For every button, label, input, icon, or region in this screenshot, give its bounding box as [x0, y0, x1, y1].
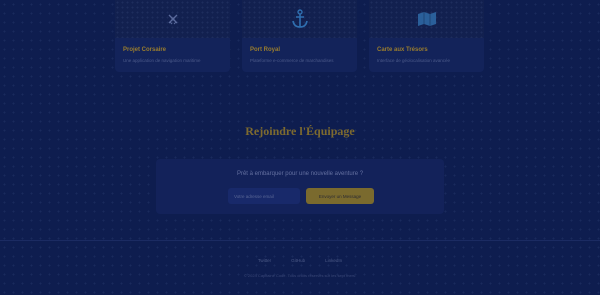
email-input[interactable] [228, 188, 300, 204]
project-card-carte-tresors[interactable]: Carte aux Trésors Interface de géolocali… [369, 0, 484, 72]
join-subtitle: Prêt à embarquer pour une nouvelle avent… [236, 171, 364, 177]
card-description: Interface de géolocalisation avancée [377, 58, 451, 63]
footer-divider [0, 240, 600, 241]
card-media [369, 0, 484, 38]
anchor-icon [291, 9, 309, 29]
footer-link-twitter[interactable]: Twitter [258, 258, 271, 263]
card-title: Projet Corsaire [123, 47, 167, 53]
crossed-swords-icon [167, 13, 179, 25]
send-message-button[interactable]: Envoyer un Message [306, 188, 374, 204]
card-description: Plateforme e-commerce de marchandises [250, 58, 334, 63]
footer-link-linkedin[interactable]: LinkedIn [325, 258, 342, 263]
project-cards: Projet Corsaire Une application de navig… [115, 0, 485, 72]
card-description: Une application de navigation maritime [123, 58, 201, 63]
footer-link-github[interactable]: GitHub [291, 258, 305, 263]
footer-links: Twitter GitHub LinkedIn [0, 258, 600, 263]
card-title: Port Royal [250, 47, 281, 53]
card-media [115, 0, 230, 38]
card-media [242, 0, 357, 38]
copyright-text: © 2024 Capitaine Code. Tous droits réser… [243, 273, 357, 278]
join-section-title: Rejoindre l'Équipage [245, 124, 355, 138]
project-card-corsaire[interactable]: Projet Corsaire Une application de navig… [115, 0, 230, 72]
join-form-panel: Prêt à embarquer pour une nouvelle avent… [156, 159, 444, 214]
map-icon [417, 11, 437, 27]
card-title: Carte aux Trésors [377, 47, 428, 53]
project-card-port-royal[interactable]: Port Royal Plateforme e-commerce de marc… [242, 0, 357, 72]
